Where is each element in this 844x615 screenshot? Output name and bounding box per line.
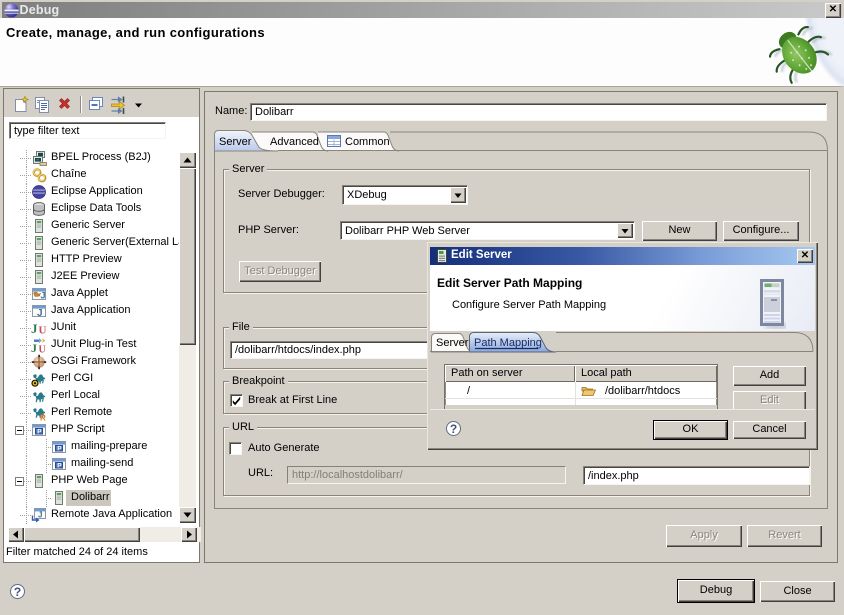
svg-text:P: P (57, 446, 62, 453)
svg-text:J: J (38, 511, 42, 520)
svg-text:Path Mapping: Path Mapping (474, 337, 542, 349)
svg-text:U: U (39, 325, 47, 337)
svg-text:J: J (31, 341, 37, 353)
svg-text:P: P (57, 463, 62, 470)
svg-text:P: P (37, 429, 42, 436)
svg-text:J: J (37, 308, 43, 319)
svg-text:Advanced: Advanced (270, 136, 319, 148)
svg-text:J: J (41, 291, 46, 301)
svg-text:R: R (40, 414, 46, 422)
svg-text:Server: Server (219, 136, 252, 148)
svg-text:Common: Common (345, 136, 390, 148)
svg-text:J: J (31, 321, 38, 336)
svg-text:Server: Server (436, 337, 469, 349)
svg-text:U: U (39, 345, 46, 354)
